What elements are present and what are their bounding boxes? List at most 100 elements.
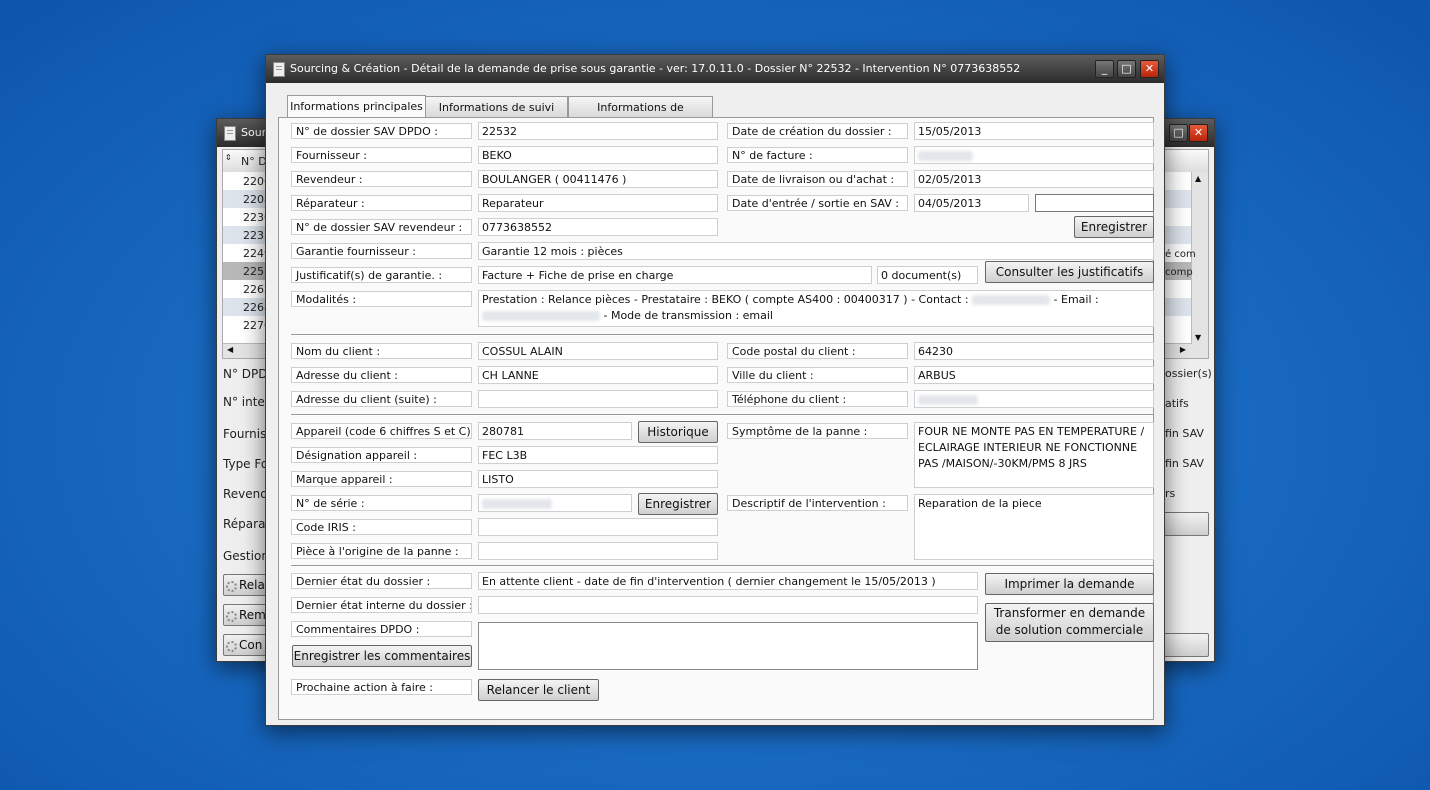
- background-field-label: ossier(s): [1165, 367, 1212, 380]
- code-postal-field[interactable]: 64230: [914, 342, 1154, 360]
- enregistrer-dates-button[interactable]: Enregistrer: [1074, 216, 1154, 238]
- sort-icon[interactable]: ⇕: [225, 153, 232, 162]
- background-field-label: fin SAV: [1165, 427, 1204, 440]
- descriptif-field[interactable]: Reparation de la piece: [914, 494, 1154, 560]
- imprimer-demande-button[interactable]: Imprimer la demande: [985, 573, 1154, 595]
- justificatifs-field[interactable]: Facture + Fiche de prise en charge: [478, 266, 872, 284]
- designation-label: Désignation appareil :: [291, 447, 472, 463]
- code-iris-field[interactable]: [478, 518, 718, 536]
- date-creation-label: Date de création du dossier :: [727, 123, 908, 139]
- appareil-field[interactable]: 280781: [478, 422, 632, 440]
- fournisseur-field[interactable]: BEKO: [478, 146, 718, 164]
- commentaires-textarea[interactable]: [478, 622, 978, 670]
- piece-origine-label: Pièce à l'origine de la panne :: [291, 543, 472, 559]
- relancer-client-button[interactable]: Relancer le client: [478, 679, 599, 701]
- prochaine-action-label: Prochaine action à faire :: [291, 679, 472, 695]
- window-title: Sourcing & Création - Détail de la deman…: [290, 62, 1021, 75]
- dossier-sav-field[interactable]: 22532: [478, 122, 718, 140]
- symptome-field[interactable]: FOUR NE MONTE PAS EN TEMPERATURE / ECLAI…: [914, 422, 1154, 488]
- background-field-label: rs: [1165, 487, 1176, 500]
- redacted-value: [918, 151, 973, 161]
- column-header[interactable]: N° D: [241, 155, 267, 168]
- dossier-revendeur-field[interactable]: 0773638552: [478, 218, 718, 236]
- date-creation-field[interactable]: 15/05/2013: [914, 122, 1154, 140]
- transformer-demande-button[interactable]: Transformer en demande de solution comme…: [985, 603, 1154, 642]
- maximize-icon[interactable]: □: [1117, 60, 1136, 78]
- revendeur-field[interactable]: BOULANGER ( 00411476 ): [478, 170, 718, 188]
- ville-client-label: Ville du client :: [727, 367, 908, 383]
- date-entree-sortie-label: Date d'entrée / sortie en SAV :: [727, 195, 908, 211]
- symptome-label: Symptôme de la panne :: [727, 423, 908, 439]
- close-icon[interactable]: ✕: [1140, 60, 1159, 78]
- section-separator: [291, 414, 1153, 416]
- reparateur-field[interactable]: Reparateur: [478, 194, 718, 212]
- background-field-label: N° inter: [223, 395, 270, 409]
- adresse-client-field[interactable]: CH LANNE: [478, 366, 718, 384]
- document-icon: [224, 126, 236, 141]
- nom-client-field[interactable]: COSSUL ALAIN: [478, 342, 718, 360]
- facture-label: N° de facture :: [727, 147, 908, 163]
- dossier-sav-label: N° de dossier SAV DPDO :: [291, 123, 472, 139]
- scroll-up-icon[interactable]: ▲: [1195, 174, 1201, 183]
- tab-informations-suivi[interactable]: Informations de suivi: [425, 96, 568, 119]
- consulter-justificatifs-button[interactable]: Consulter les justificatifs: [985, 261, 1154, 283]
- descriptif-label: Descriptif de l'intervention :: [727, 495, 908, 511]
- designation-field[interactable]: FEC L3B: [478, 446, 718, 464]
- enregistrer-commentaires-button[interactable]: Enregistrer les commentaires: [292, 645, 472, 667]
- modalites-text-part1: Prestation : Relance pièces - Prestatair…: [482, 293, 969, 306]
- minimize-icon[interactable]: _: [1095, 60, 1114, 78]
- commentaires-label: Commentaires DPDO :: [291, 621, 472, 637]
- marque-field[interactable]: LISTO: [478, 470, 718, 488]
- button-label: Rem: [239, 608, 266, 622]
- date-livraison-field[interactable]: 02/05/2013: [914, 170, 1154, 188]
- section-separator: [291, 334, 1153, 336]
- fournisseur-label: Fournisseur :: [291, 147, 472, 163]
- serie-label: N° de série :: [291, 495, 472, 511]
- background-field-label: Gestion: [223, 549, 269, 563]
- historique-button[interactable]: Historique: [638, 421, 718, 443]
- modalites-text-part2: - Email :: [1053, 293, 1099, 306]
- scroll-right-icon[interactable]: ▶: [1180, 345, 1186, 354]
- main-window: Sourcing & Création - Détail de la deman…: [265, 54, 1165, 726]
- button-label: Con: [239, 638, 263, 652]
- date-entree-field[interactable]: 04/05/2013: [914, 194, 1029, 212]
- serie-field[interactable]: [478, 494, 632, 512]
- dernier-etat-field: En attente client - date de fin d'interv…: [478, 572, 978, 590]
- gear-icon: [226, 641, 237, 652]
- revendeur-label: Revendeur :: [291, 171, 472, 187]
- piece-origine-field[interactable]: [478, 542, 718, 560]
- adresse-suite-field[interactable]: [478, 390, 718, 408]
- dossier-revendeur-label: N° de dossier SAV revendeur :: [291, 219, 472, 235]
- background-field-label: atifs: [1165, 397, 1189, 410]
- scroll-left-icon[interactable]: ◀: [227, 345, 233, 354]
- background-field-label: Fournis: [223, 427, 267, 441]
- etat-interne-label: Dernier état interne du dossier :: [291, 597, 472, 613]
- justificatifs-label: Justificatif(s) de garantie. :: [291, 267, 472, 283]
- background-field-label: fin SAV: [1165, 457, 1204, 470]
- telephone-field[interactable]: [914, 390, 1154, 408]
- ville-client-field[interactable]: ARBUS: [914, 366, 1154, 384]
- background-field-label: é com: [1165, 249, 1196, 260]
- etat-interne-field[interactable]: [478, 596, 978, 614]
- close-icon[interactable]: ✕: [1189, 124, 1208, 142]
- date-livraison-label: Date de livraison ou d'achat :: [727, 171, 908, 187]
- garantie-field[interactable]: Garantie 12 mois : pièces: [478, 242, 1154, 260]
- section-separator: [291, 565, 1153, 567]
- tab-informations-commande[interactable]: Informations de commande: [568, 96, 713, 135]
- redacted-email: [482, 311, 600, 321]
- background-field-label: comp: [1165, 267, 1193, 278]
- nom-client-label: Nom du client :: [291, 343, 472, 359]
- garantie-label: Garantie fournisseur :: [291, 243, 472, 259]
- date-sortie-field[interactable]: [1035, 194, 1154, 212]
- facture-field[interactable]: [914, 146, 1154, 164]
- telephone-label: Téléphone du client :: [727, 391, 908, 407]
- enregistrer-serie-button[interactable]: Enregistrer: [638, 493, 718, 515]
- appareil-label: Appareil (code 6 chiffres S et C) :: [291, 423, 472, 439]
- modalites-label: Modalités :: [291, 291, 472, 307]
- maximize-icon[interactable]: □: [1169, 124, 1188, 142]
- redacted-contact: [972, 295, 1051, 305]
- modalites-field[interactable]: Prestation : Relance pièces - Prestatair…: [478, 290, 1154, 327]
- scroll-down-icon[interactable]: ▼: [1195, 333, 1201, 342]
- documents-count-field: 0 document(s): [877, 266, 978, 284]
- gear-icon: [226, 611, 237, 622]
